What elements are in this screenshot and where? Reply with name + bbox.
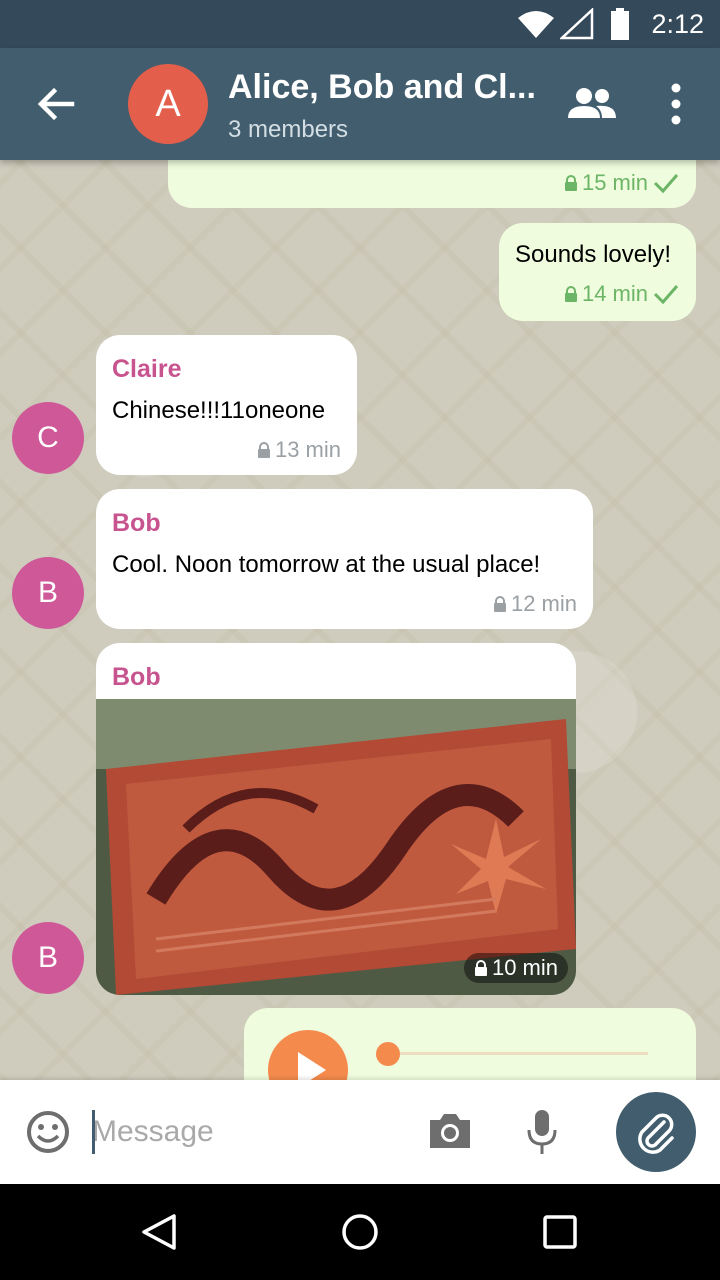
- group-avatar[interactable]: A: [128, 64, 208, 144]
- sender-name: Bob: [112, 509, 161, 537]
- back-arrow-icon[interactable]: [24, 80, 88, 128]
- group-avatar-letter: A: [155, 82, 181, 125]
- signal-icon: [560, 8, 594, 40]
- sender-avatar[interactable]: C: [12, 402, 84, 474]
- sender-avatar-letter: B: [37, 576, 58, 609]
- lock-icon: [493, 596, 506, 612]
- sender-avatar[interactable]: B: [12, 557, 84, 629]
- emoji-icon[interactable]: [26, 1110, 70, 1154]
- paperclip-icon: [638, 1113, 674, 1154]
- lock-icon: [564, 286, 577, 302]
- message-input[interactable]: [92, 1110, 412, 1154]
- chat-subtitle: 3 members: [228, 116, 349, 143]
- message-time: 15 min: [581, 170, 648, 195]
- voice-progress-knob[interactable]: [376, 1042, 400, 1066]
- message-time: 14 min: [581, 281, 648, 306]
- message-time: 10 min: [491, 955, 558, 980]
- message-meta: 15 min: [564, 170, 680, 196]
- wifi-icon: [518, 11, 554, 38]
- message-meta: 12 min: [493, 591, 577, 617]
- voice-message-bubble[interactable]: [244, 1008, 696, 1080]
- check-icon: [653, 285, 679, 305]
- message-list[interactable]: 15 min Sounds lovely! 14 min C Claire Ch…: [0, 160, 720, 1080]
- text-cursor: [92, 1110, 95, 1154]
- nav-back-icon[interactable]: [140, 1212, 180, 1252]
- message-bubble-outgoing[interactable]: Sounds lovely! 14 min: [499, 223, 696, 321]
- sender-avatar-letter: C: [37, 421, 59, 454]
- status-time: 2:12: [651, 9, 704, 39]
- microphone-icon[interactable]: [526, 1108, 558, 1156]
- message-bubble-outgoing[interactable]: 15 min: [168, 160, 696, 208]
- nav-home-icon[interactable]: [340, 1212, 380, 1252]
- message-text: Cool. Noon tomorrow at the usual place!: [112, 551, 541, 578]
- message-meta: 13 min: [257, 437, 341, 463]
- lock-icon: [564, 175, 577, 191]
- message-time: 12 min: [510, 591, 577, 616]
- sender-name: Claire: [112, 355, 182, 383]
- chat-header: A Alice, Bob and Cl... 3 members: [0, 48, 720, 160]
- lock-icon: [474, 960, 487, 976]
- check-icon: [653, 174, 679, 194]
- group-members-icon[interactable]: [566, 84, 618, 124]
- chat-title[interactable]: Alice, Bob and Cl...: [228, 68, 536, 107]
- play-button[interactable]: [268, 1030, 348, 1080]
- camera-icon[interactable]: [428, 1110, 472, 1150]
- system-nav-bar: [0, 1184, 720, 1280]
- open-sign-photo: [96, 699, 576, 995]
- voice-progress-track[interactable]: [388, 1052, 648, 1055]
- message-bubble-incoming[interactable]: Bob Cool. Noon tomorrow at the usual pla…: [96, 489, 593, 629]
- message-meta: 14 min: [564, 281, 680, 307]
- photo-time-badge: 10 min: [463, 953, 568, 983]
- composer-bar: [0, 1080, 720, 1184]
- sender-avatar[interactable]: B: [12, 922, 84, 994]
- nav-recents-icon[interactable]: [542, 1214, 578, 1250]
- more-options-icon[interactable]: [660, 82, 692, 126]
- photo-message-bubble[interactable]: Bob 10 min: [96, 643, 576, 995]
- sender-name: Bob: [112, 663, 161, 691]
- lock-icon: [257, 442, 270, 458]
- message-text: Chinese!!!11oneone: [112, 397, 326, 424]
- message-text: Sounds lovely!: [515, 241, 672, 268]
- sender-avatar-letter: B: [37, 941, 58, 974]
- battery-icon: [611, 8, 629, 40]
- status-bar: 2:12: [0, 0, 720, 48]
- attach-button[interactable]: [616, 1092, 696, 1172]
- play-icon: [298, 1052, 326, 1080]
- photo-attachment[interactable]: 10 min: [96, 699, 576, 995]
- message-bubble-incoming[interactable]: Claire Chinese!!!11oneone 13 min: [96, 335, 357, 475]
- message-time: 13 min: [274, 437, 341, 462]
